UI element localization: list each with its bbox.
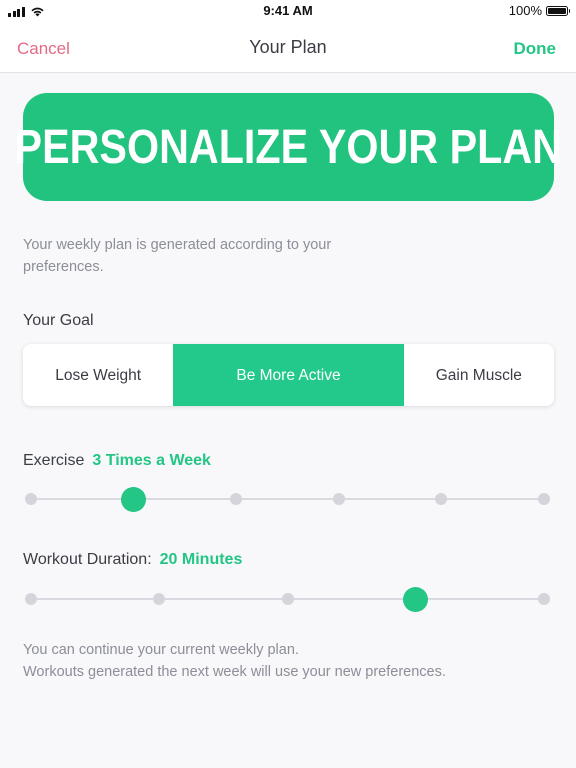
duration-slider-thumb[interactable] <box>403 587 429 612</box>
exercise-label-text: Exercise <box>23 452 85 469</box>
status-right: 100% <box>508 3 570 18</box>
exercise-slider-stop[interactable] <box>538 493 550 505</box>
footer-text: You can continue your current weekly pla… <box>23 639 543 683</box>
exercise-slider-stop[interactable] <box>332 493 345 505</box>
duration-slider-stop[interactable] <box>281 593 294 605</box>
battery-icon <box>546 5 570 16</box>
goal-option-gain-muscle[interactable]: Gain Muscle <box>404 344 554 406</box>
status-bar: 9:41 AM 100% <box>0 0 576 22</box>
duration-slider-stop[interactable] <box>538 593 550 605</box>
banner-text: PERSONALIZE YOUR PLAN <box>14 120 563 174</box>
status-time: 9:41 AM <box>263 3 313 18</box>
duration-slider-stop[interactable] <box>25 593 37 605</box>
personalize-banner: PERSONALIZE YOUR PLAN <box>15 93 562 201</box>
goal-label: Your Goal <box>23 312 94 329</box>
exercise-slider-stop[interactable] <box>25 493 37 505</box>
exercise-value: 3 Times a Week <box>92 452 211 469</box>
duration-label-text: Workout Duration: <box>23 551 152 568</box>
duration-slider-stop[interactable] <box>153 593 166 605</box>
battery-percent: 100% <box>508 3 542 18</box>
page-title: Your Plan <box>249 37 327 57</box>
duration-value: 20 Minutes <box>159 551 243 568</box>
duration-label: Workout Duration: 20 Minutes <box>23 551 242 569</box>
exercise-label: Exercise 3 Times a Week <box>23 452 211 470</box>
footer-line-2: Workouts generated the next week will us… <box>23 664 446 680</box>
done-button[interactable]: Done <box>514 39 557 59</box>
duration-slider[interactable] <box>25 587 550 612</box>
cancel-button[interactable]: Cancel <box>17 39 70 59</box>
nav-bar: Cancel Your Plan Done <box>0 22 576 73</box>
exercise-slider[interactable] <box>25 487 550 512</box>
footer-line-1: You can continue your current weekly pla… <box>23 642 299 658</box>
exercise-slider-stop[interactable] <box>230 493 243 505</box>
goal-option-be-more-active[interactable]: Be More Active <box>173 344 404 406</box>
goal-segmented-control: Lose Weight Be More Active Gain Muscle <box>23 344 554 406</box>
exercise-slider-track <box>31 498 544 500</box>
goal-option-lose-weight[interactable]: Lose Weight <box>23 344 173 406</box>
intro-text: Your weekly plan is generated according … <box>23 237 332 275</box>
exercise-slider-stop[interactable] <box>435 493 448 505</box>
exercise-slider-thumb[interactable] <box>121 487 147 512</box>
